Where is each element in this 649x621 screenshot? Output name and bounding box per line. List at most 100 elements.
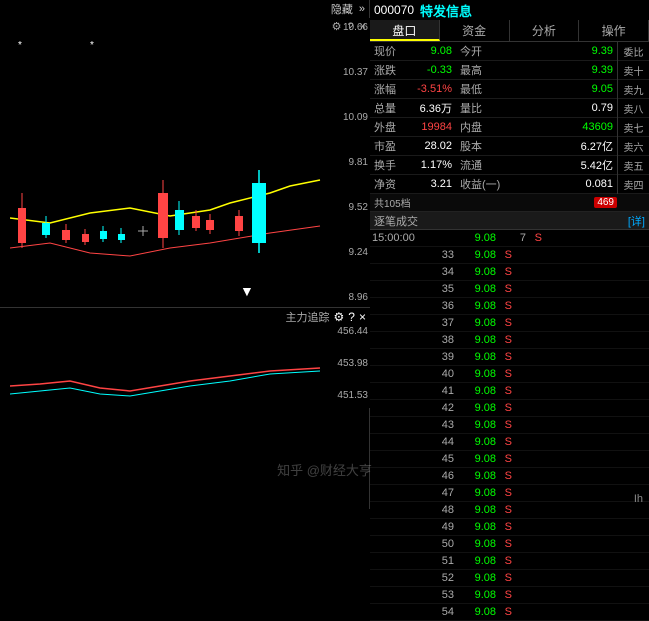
trade-row: 519.08S (370, 553, 649, 570)
arrow-down-icon: ▼ (240, 283, 254, 299)
trade-price: 9.08 (456, 606, 496, 618)
val-wai: 19984 (406, 121, 456, 133)
indicator-svg (10, 326, 345, 404)
trade-row: 399.08S (370, 349, 649, 366)
price-scale: 10.66 10.37 10.09 9.81 9.52 9.24 8.96 (343, 18, 368, 307)
trade-index: 40 (428, 368, 456, 380)
price-8-96: 8.96 (343, 292, 368, 303)
trade-row: 359.08S (370, 281, 649, 298)
label-zhang: 涨跌 (370, 62, 406, 78)
val-zhang: -0.33 (406, 64, 456, 76)
trade-price: 9.08 (456, 521, 496, 533)
indicator-gear-icon[interactable]: ⚙ (334, 310, 345, 324)
trade-dir: S (496, 521, 514, 533)
price-10-09: 10.09 (343, 112, 368, 123)
chevron-right-icon: » (359, 3, 365, 15)
label-eps: 收益(一) (456, 176, 500, 192)
trade-row: 499.08S (370, 519, 649, 536)
trade-index: 43 (428, 419, 456, 431)
trade-price: 9.08 (456, 504, 496, 516)
trade-row: 459.08S (370, 451, 649, 468)
label-mai5: 卖五 (618, 156, 649, 175)
indicator-close-icon[interactable]: × (359, 310, 366, 324)
trade-index: 39 (428, 351, 456, 363)
trade-price: 9.08 (456, 266, 496, 278)
label-jin: 今开 (456, 43, 482, 59)
label-xian: 现价 (370, 43, 406, 59)
trade-row: 389.08S (370, 332, 649, 349)
trade-dir: S (496, 606, 514, 618)
trade-index: 44 (428, 436, 456, 448)
trade-index: 35 (428, 283, 456, 295)
tab-operation[interactable]: 操作 (579, 20, 649, 41)
val-nav: 3.21 (406, 178, 456, 190)
hide-button[interactable]: 隐藏 (331, 1, 353, 17)
tab-analysis[interactable]: 分析 (510, 20, 580, 41)
trade-row: 449.08S (370, 434, 649, 451)
trade-dir: S (496, 572, 514, 584)
trade-list: 15:00:009.087S339.08S349.08S359.08S369.0… (370, 230, 649, 621)
trade-price: 9.08 (456, 572, 496, 584)
trade-index: 42 (428, 402, 456, 414)
trade-row: 509.08S (370, 536, 649, 553)
trade-index: 45 (428, 453, 456, 465)
label-weibei: 委比 (618, 42, 649, 61)
stock-header: 000070 特发信息 (370, 0, 649, 20)
info-row-vol: 总量 6.36万 量比 0.79 (370, 99, 617, 118)
trade-dir: S (496, 385, 514, 397)
trade-row: 549.08S (370, 604, 649, 621)
indicator-red-line (10, 368, 320, 391)
val-zui-gao: 9.39 (482, 64, 617, 76)
trade-price: 9.08 (456, 232, 496, 244)
trade-index: 37 (428, 317, 456, 329)
price-10-37: 10.37 (343, 67, 368, 78)
trade-price: 9.08 (456, 470, 496, 482)
trade-row: 439.08S (370, 417, 649, 434)
label-wai: 外盘 (370, 119, 406, 135)
trade-price: 9.08 (456, 589, 496, 601)
stock-name: 特发信息 (420, 1, 472, 20)
trade-row: 479.08S (370, 485, 649, 502)
trade-index: 47 (428, 487, 456, 499)
trade-detail-link[interactable]: [详] (628, 213, 645, 229)
trade-row: 419.08S (370, 383, 649, 400)
label-zui-gao: 最高 (456, 62, 482, 78)
label-nei: 内盘 (456, 119, 482, 135)
indicator-help-icon[interactable]: ? (348, 310, 355, 324)
trade-dir: S (496, 283, 514, 295)
info-row-outer: 外盘 19984 内盘 43609 (370, 118, 617, 137)
tab-capital[interactable]: 资金 (440, 20, 510, 41)
gear-icon[interactable]: ⚙ (332, 20, 342, 33)
label-pe: 市盈 (370, 138, 406, 154)
trade-index: 34 (428, 266, 456, 278)
trade-price: 9.08 (456, 419, 496, 431)
right-panel: 000070 特发信息 盘口 资金 分析 操作 现价 9.08 今开 9.39 … (370, 0, 649, 509)
stock-code: 000070 (374, 3, 414, 17)
left-panel: 隐藏 » * * ⚙ ? × 10.66 10.37 10.09 9.81 9.… (0, 0, 370, 509)
trade-header: 逐笔成交 [详] (370, 212, 649, 230)
total-label: 共105档 (374, 195, 411, 210)
trade-row: 529.08S (370, 570, 649, 587)
trade-dir: S (496, 589, 514, 601)
corner-text: Ih (634, 493, 643, 505)
val-flow: 5.42亿 (482, 157, 617, 173)
trade-index: 33 (428, 249, 456, 261)
val-pe: 28.02 (406, 140, 456, 152)
trade-index: 48 (428, 504, 456, 516)
label-stock: 股本 (456, 138, 482, 154)
trade-dir: S (496, 300, 514, 312)
label-pct: 涨幅 (370, 81, 406, 97)
trade-row: 369.08S (370, 298, 649, 315)
trade-price: 9.08 (456, 317, 496, 329)
trade-price: 9.08 (456, 300, 496, 312)
total-bar: 共105档 469 (370, 194, 649, 212)
tab-pankou[interactable]: 盘口 (370, 20, 440, 41)
trade-price: 9.08 (456, 453, 496, 465)
trade-row: 409.08S (370, 366, 649, 383)
trade-dir: S (496, 419, 514, 431)
label-nav: 净资 (370, 176, 406, 192)
trade-price: 9.08 (456, 555, 496, 567)
indicator-label: 主力追踪 (286, 309, 330, 325)
label-zong: 总量 (370, 100, 406, 116)
trade-row: 15:00:009.087S (370, 230, 649, 247)
